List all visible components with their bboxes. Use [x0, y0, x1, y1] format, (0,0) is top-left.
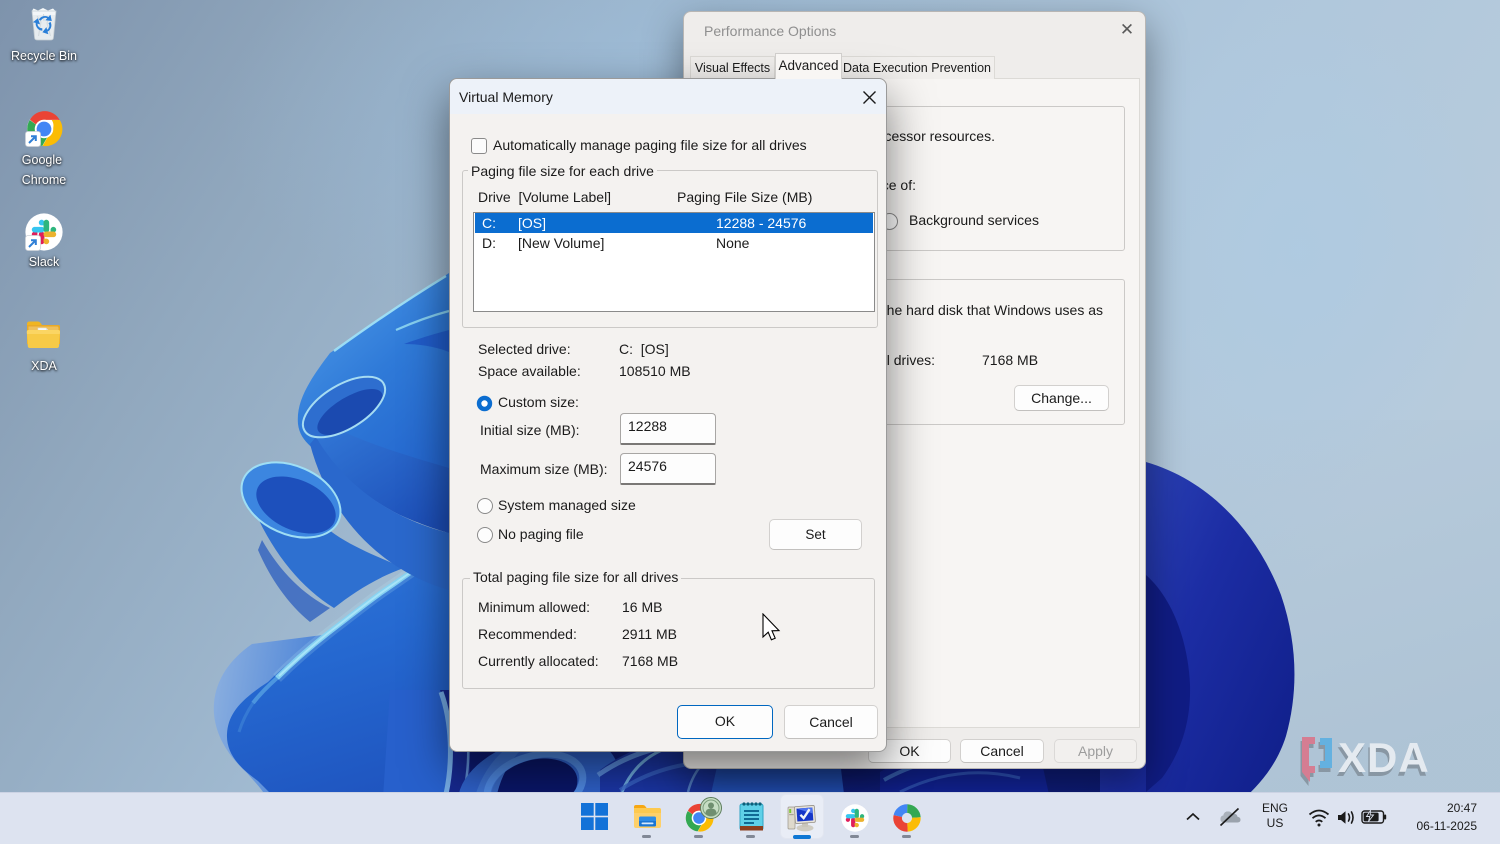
svg-text:XDA: XDA	[1338, 734, 1430, 781]
